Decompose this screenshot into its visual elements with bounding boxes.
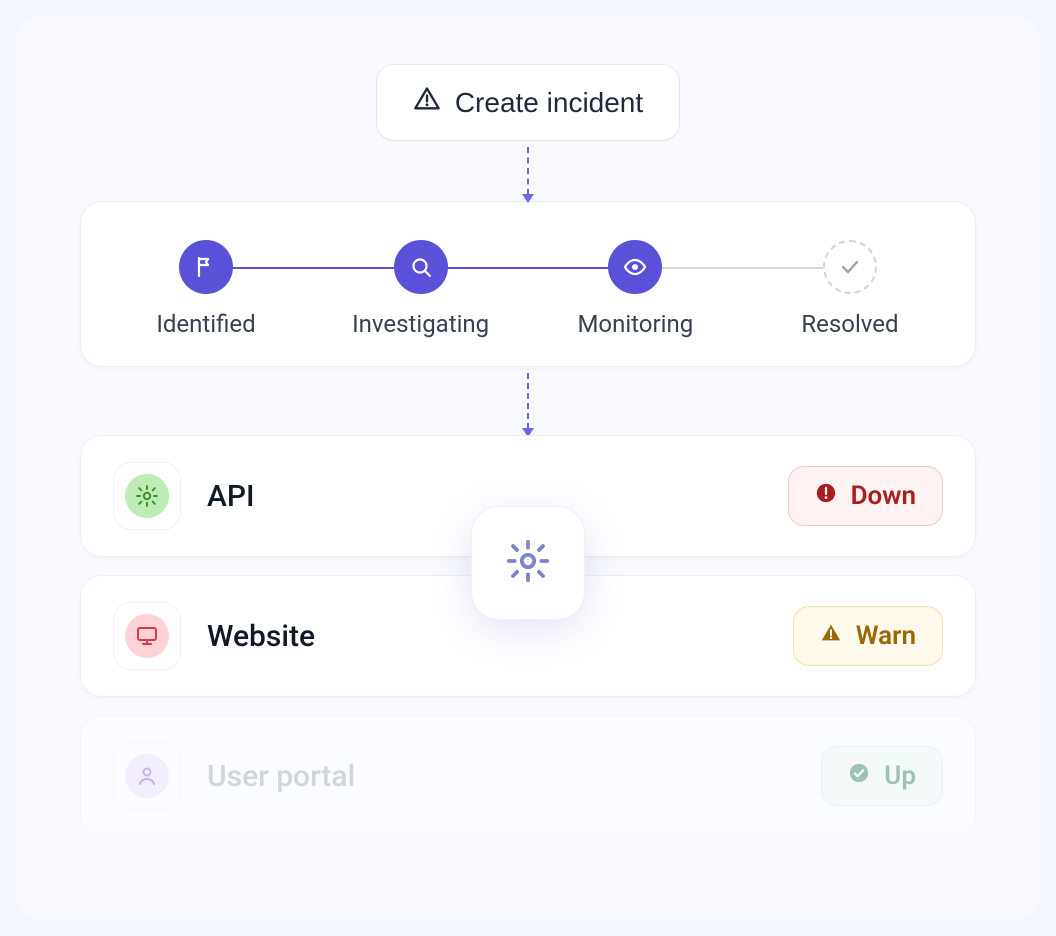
service-name: User portal <box>207 759 355 794</box>
eye-icon <box>608 240 662 294</box>
phase-progress-card: Identified Investigating Monitoring Reso… <box>80 201 976 367</box>
warning-icon <box>413 85 441 120</box>
phase-identified[interactable]: Identified <box>121 240 291 338</box>
flag-icon <box>179 240 233 294</box>
connector-arrow <box>527 373 529 429</box>
floating-settings-button[interactable] <box>471 506 585 620</box>
canvas: Create incident Identified Investigating… <box>16 16 1040 920</box>
check-circle-icon <box>848 761 870 791</box>
create-incident-label: Create incident <box>455 87 643 119</box>
service-card-user-portal[interactable]: User portal Up <box>80 715 976 837</box>
status-badge-up: Up <box>821 746 943 806</box>
phase-resolved[interactable]: Resolved <box>765 240 935 338</box>
exclamation-circle-icon <box>815 481 837 511</box>
service-card-overflow <box>80 855 976 920</box>
status-label: Down <box>851 481 916 511</box>
gear-icon <box>125 474 169 518</box>
warning-triangle-icon <box>820 621 842 651</box>
check-icon <box>823 240 877 294</box>
status-label: Up <box>884 761 916 791</box>
search-icon <box>394 240 448 294</box>
gear-icon <box>505 538 551 588</box>
service-icon-box <box>113 882 181 920</box>
phase-label: Resolved <box>801 310 898 338</box>
status-badge-down: Down <box>788 466 943 526</box>
status-badge-warn: Warn <box>793 606 943 666</box>
user-icon <box>125 754 169 798</box>
phase-monitoring[interactable]: Monitoring <box>550 240 720 338</box>
status-label: Warn <box>856 621 916 651</box>
service-name: Website <box>207 619 315 654</box>
gear-icon <box>125 894 169 920</box>
phase-investigating[interactable]: Investigating <box>336 240 506 338</box>
create-incident-button[interactable]: Create incident <box>376 64 680 141</box>
service-name: API <box>207 479 255 514</box>
connector-arrow <box>527 147 529 195</box>
phase-label: Monitoring <box>577 310 693 338</box>
service-icon-box <box>113 602 181 670</box>
service-icon-box <box>113 742 181 810</box>
phase-label: Investigating <box>352 310 489 338</box>
phase-label: Identified <box>156 310 255 338</box>
service-icon-box <box>113 462 181 530</box>
monitor-icon <box>125 614 169 658</box>
